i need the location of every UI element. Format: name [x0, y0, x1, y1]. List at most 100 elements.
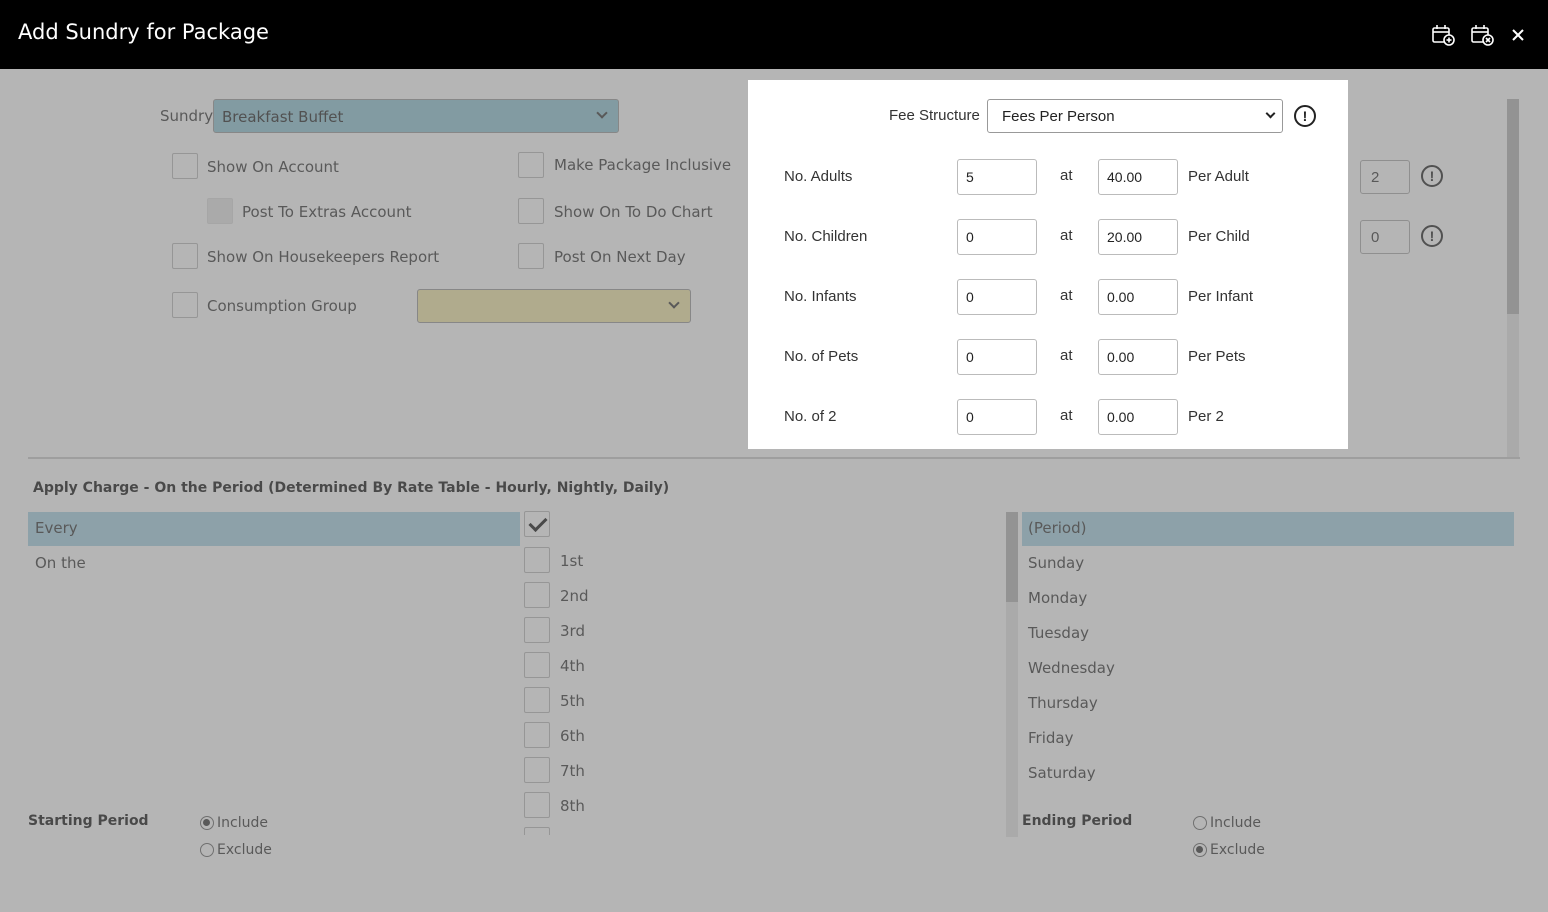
at-label: at: [1060, 407, 1073, 424]
quantity-field[interactable]: 0: [957, 399, 1037, 435]
frequency-item[interactable]: Every: [35, 519, 78, 537]
fee-row-label: No. of 2: [784, 408, 837, 425]
starting-exclude-radio[interactable]: [200, 843, 214, 857]
price-field[interactable]: 20.00: [1098, 219, 1178, 255]
frequency-item[interactable]: On the: [35, 554, 86, 572]
period-item[interactable]: Thursday: [1028, 694, 1098, 712]
ordinal-checkbox[interactable]: [524, 757, 550, 783]
quantity-field[interactable]: 5: [957, 159, 1037, 195]
unit-label: Per Infant: [1188, 288, 1254, 305]
period-item[interactable]: (Period): [1028, 519, 1086, 537]
chevron-down-icon: [1265, 108, 1276, 119]
show-on-account-checkbox[interactable]: [172, 153, 198, 179]
show-on-todo-label: Show On To Do Chart: [554, 203, 713, 221]
ordinal-checkbox-clipped: [524, 827, 552, 835]
side-value-field[interactable]: 2: [1360, 160, 1410, 194]
period-selected-row[interactable]: [1022, 512, 1514, 546]
scrollbar-thumb[interactable]: [1507, 99, 1519, 314]
quantity-field[interactable]: 0: [957, 279, 1037, 315]
unit-label: Per Child: [1188, 228, 1250, 245]
ordinal-checkbox[interactable]: [524, 617, 550, 643]
ordinal-checkbox[interactable]: [524, 582, 550, 608]
period-item[interactable]: Sunday: [1028, 554, 1084, 572]
make-package-inclusive-checkbox[interactable]: [518, 152, 544, 178]
fee-row-label: No. Children: [784, 228, 868, 245]
at-label: at: [1060, 347, 1073, 364]
chevron-down-icon: [668, 297, 680, 309]
chevron-down-icon: [596, 107, 608, 119]
quantity-field[interactable]: 0: [957, 339, 1037, 375]
ending-exclude-radio[interactable]: [1193, 843, 1207, 857]
quantity-field[interactable]: 0: [957, 219, 1037, 255]
ordinal-checkbox[interactable]: [524, 792, 550, 818]
at-label: at: [1060, 287, 1073, 304]
starting-include-label: Include: [217, 815, 268, 831]
period-scrollbar[interactable]: [1006, 512, 1018, 837]
post-next-day-checkbox[interactable]: [518, 243, 544, 269]
show-on-housekeepers-label: Show On Housekeepers Report: [207, 248, 440, 266]
ordinal-checkbox[interactable]: [524, 652, 550, 678]
ordinal-label: 7th: [560, 762, 585, 780]
sundry-label: Sundry: [160, 107, 214, 125]
fee-structure-label: Fee Structure: [889, 107, 980, 124]
ordinal-checkbox[interactable]: [524, 547, 550, 573]
post-to-extras-checkbox[interactable]: [207, 198, 233, 224]
ending-exclude-label: Exclude: [1210, 842, 1265, 858]
info-alert-icon[interactable]: !: [1294, 105, 1316, 127]
ordinal-label: 2nd: [560, 587, 589, 605]
price-field[interactable]: 0.00: [1098, 339, 1178, 375]
ordinal-label: 5th: [560, 692, 585, 710]
ending-include-radio[interactable]: [1193, 816, 1207, 830]
fee-row-label: No. of Pets: [784, 348, 859, 365]
sundry-value: Breakfast Buffet: [222, 108, 344, 126]
price-field[interactable]: 0.00: [1098, 279, 1178, 315]
every-checkbox[interactable]: [524, 511, 550, 537]
apply-charge-heading: Apply Charge - On the Period (Determined…: [33, 480, 670, 496]
fee-structure-value: Fees Per Person: [1002, 108, 1115, 125]
period-item[interactable]: Wednesday: [1028, 659, 1115, 677]
post-to-extras-label: Post To Extras Account: [242, 203, 412, 221]
fee-row-label: No. Infants: [784, 288, 857, 305]
show-on-account-label: Show On Account: [207, 158, 339, 176]
ordinal-label: 6th: [560, 727, 585, 745]
show-on-todo-checkbox[interactable]: [518, 198, 544, 224]
starting-exclude-label: Exclude: [217, 842, 272, 858]
ending-include-label: Include: [1210, 815, 1261, 831]
ordinal-label: 8th: [560, 797, 585, 815]
consumption-group-select[interactable]: [417, 289, 691, 323]
frequency-selected-row[interactable]: [28, 512, 520, 546]
post-next-day-label: Post On Next Day: [554, 248, 686, 266]
unit-label: Per Pets: [1188, 348, 1246, 365]
price-field[interactable]: 0.00: [1098, 399, 1178, 435]
sundry-select[interactable]: Breakfast Buffet: [213, 99, 619, 133]
show-on-housekeepers-checkbox[interactable]: [172, 243, 198, 269]
save-new-icon[interactable]: [1430, 22, 1456, 48]
info-alert-icon[interactable]: !: [1421, 225, 1443, 247]
consumption-group-checkbox[interactable]: [172, 292, 198, 318]
at-label: at: [1060, 167, 1073, 184]
fee-row-label: No. Adults: [784, 168, 853, 185]
period-item[interactable]: Monday: [1028, 589, 1087, 607]
period-item[interactable]: Tuesday: [1028, 624, 1089, 642]
starting-period-label: Starting Period: [28, 813, 149, 829]
starting-include-radio[interactable]: [200, 816, 214, 830]
scrollbar-thumb[interactable]: [1006, 512, 1018, 602]
consumption-group-label: Consumption Group: [207, 297, 357, 315]
ordinal-checkbox: [524, 827, 550, 835]
save-close-icon[interactable]: [1469, 22, 1495, 48]
fee-structure-select[interactable]: Fees Per Person: [987, 99, 1283, 133]
period-item[interactable]: Friday: [1028, 729, 1073, 747]
ordinal-checkbox[interactable]: [524, 722, 550, 748]
make-package-inclusive-label: Make Package Inclusive: [554, 156, 732, 174]
window-header: Add Sundry for Package: [0, 0, 1548, 69]
price-field[interactable]: 40.00: [1098, 159, 1178, 195]
fee-structure-popup: Fee Structure Fees Per Person ! No. Adul…: [748, 80, 1348, 449]
ordinal-checkbox[interactable]: [524, 687, 550, 713]
divider: [28, 457, 1520, 459]
unit-label: Per Adult: [1188, 168, 1249, 185]
side-value-field[interactable]: 0: [1360, 220, 1410, 254]
scrollbar[interactable]: [1507, 99, 1519, 459]
info-alert-icon[interactable]: !: [1421, 165, 1443, 187]
close-icon[interactable]: [1507, 22, 1533, 48]
period-item[interactable]: Saturday: [1028, 764, 1096, 782]
